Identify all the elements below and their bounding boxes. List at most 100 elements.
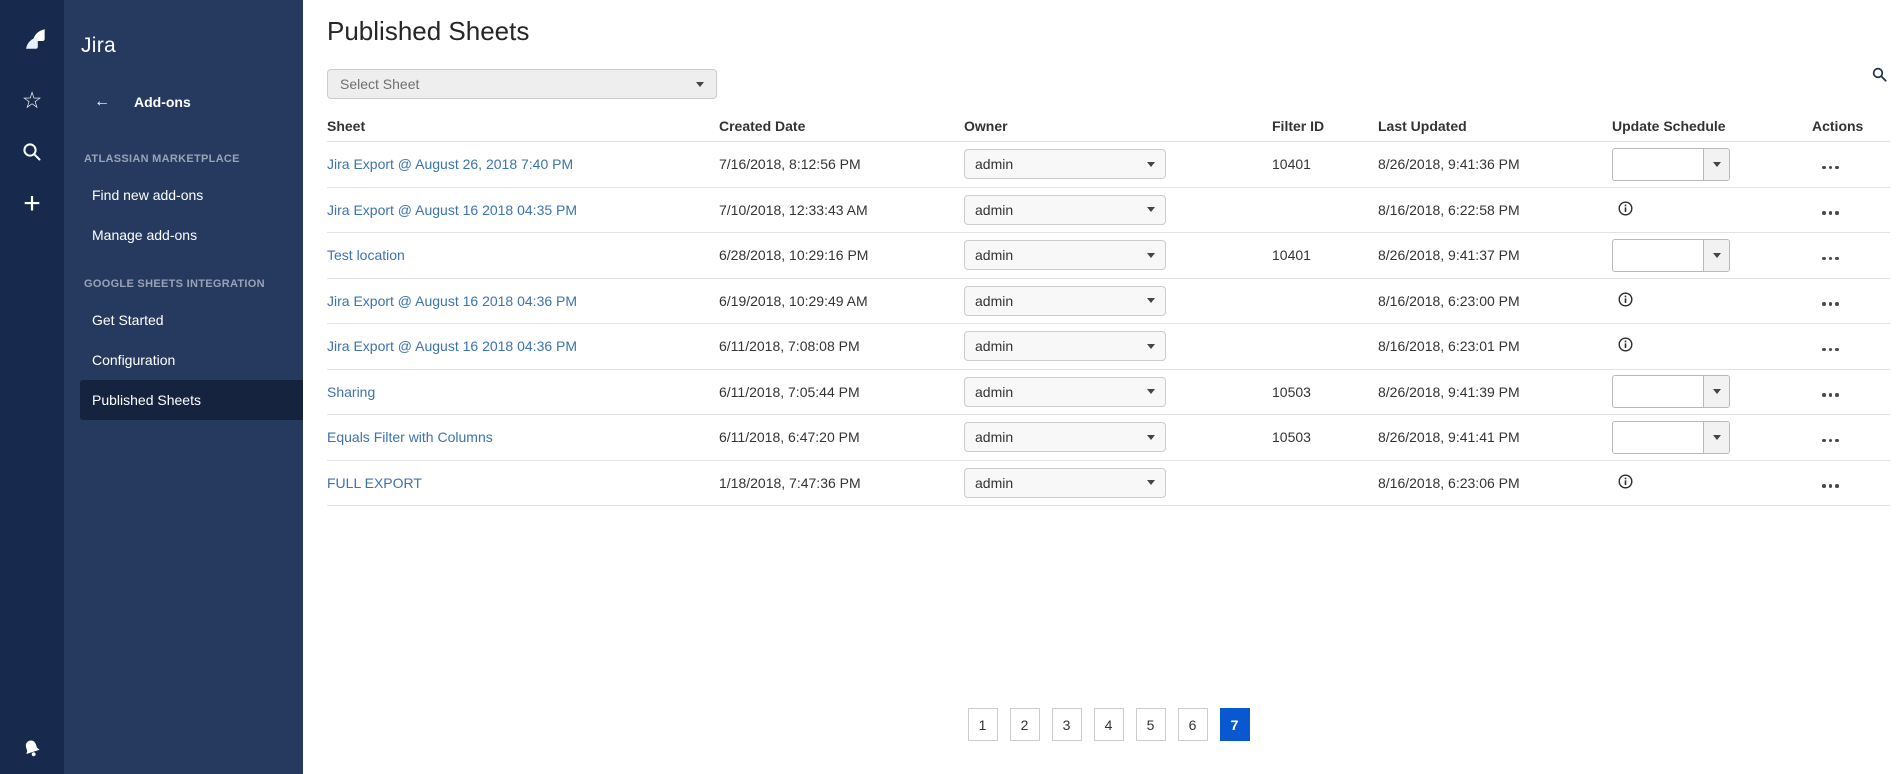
last-updated-cell: 8/16/2018, 6:23:06 PM bbox=[1378, 475, 1612, 491]
sidebar-item-get-started[interactable]: Get Started bbox=[64, 300, 303, 340]
table-row: Jira Export @ August 16 2018 04:36 PM 6/… bbox=[327, 279, 1890, 325]
sheet-link[interactable]: Test location bbox=[327, 247, 405, 263]
column-header-sheet: Sheet bbox=[327, 118, 719, 134]
page-title: Published Sheets bbox=[327, 16, 1902, 47]
table-row: Sharing 6/11/2018, 7:05:44 PM admin 1050… bbox=[327, 370, 1890, 416]
owner-dropdown[interactable]: admin bbox=[964, 422, 1166, 452]
table-row: Equals Filter with Columns 6/11/2018, 6:… bbox=[327, 415, 1890, 461]
pagination: 1234567 bbox=[327, 708, 1890, 741]
table-row: Jira Export @ August 16 2018 04:36 PM 6/… bbox=[327, 324, 1890, 370]
owner-dropdown[interactable]: admin bbox=[964, 331, 1166, 361]
column-header-filter-id: Filter ID bbox=[1272, 118, 1378, 134]
chevron-down-icon bbox=[1147, 435, 1155, 440]
table-row: Test location 6/28/2018, 10:29:16 PM adm… bbox=[327, 233, 1890, 279]
actions-menu-button[interactable] bbox=[1812, 348, 1839, 352]
page-button-4[interactable]: 4 bbox=[1094, 708, 1124, 741]
filter-id-cell: 10503 bbox=[1272, 384, 1378, 400]
owner-dropdown[interactable]: admin bbox=[964, 195, 1166, 225]
column-header-update-schedule: Update Schedule bbox=[1612, 118, 1812, 134]
chevron-down-icon bbox=[1147, 207, 1155, 212]
owner-value: admin bbox=[975, 247, 1013, 263]
owner-dropdown[interactable]: admin bbox=[964, 240, 1166, 270]
actions-menu-button[interactable] bbox=[1812, 484, 1839, 488]
update-schedule-dropdown[interactable] bbox=[1612, 148, 1730, 181]
update-schedule-caret-button[interactable] bbox=[1703, 376, 1729, 407]
last-updated-cell: 8/26/2018, 9:41:41 PM bbox=[1378, 429, 1612, 445]
owner-value: admin bbox=[975, 475, 1013, 491]
filter-id-cell: 10401 bbox=[1272, 156, 1378, 172]
sheet-link[interactable]: Jira Export @ August 26, 2018 7:40 PM bbox=[327, 156, 573, 172]
actions-menu-button[interactable] bbox=[1812, 302, 1839, 306]
sidebar-item-label: Published Sheets bbox=[92, 392, 201, 408]
update-schedule-dropdown[interactable] bbox=[1612, 421, 1730, 454]
owner-dropdown[interactable]: admin bbox=[964, 286, 1166, 316]
sidebar-item-label: Manage add-ons bbox=[92, 227, 197, 243]
sheet-link[interactable]: Sharing bbox=[327, 384, 375, 400]
chevron-down-icon bbox=[1147, 480, 1155, 485]
sheet-link[interactable]: FULL EXPORT bbox=[327, 475, 422, 491]
actions-menu-button[interactable] bbox=[1812, 166, 1839, 170]
owner-value: admin bbox=[975, 293, 1013, 309]
page-button-6[interactable]: 6 bbox=[1178, 708, 1208, 741]
sidebar-item-configuration[interactable]: Configuration bbox=[64, 340, 303, 380]
sidebar-item-manage-add-ons[interactable]: Manage add-ons bbox=[64, 215, 303, 255]
chevron-down-icon bbox=[1147, 298, 1155, 303]
table-row: FULL EXPORT 1/18/2018, 7:47:36 PM admin … bbox=[327, 461, 1890, 507]
app-window: ☆ + Jira ← Add-ons ATLASSIAN MARKETPLACE… bbox=[0, 0, 1902, 774]
owner-value: admin bbox=[975, 202, 1013, 218]
update-schedule-value bbox=[1613, 240, 1703, 271]
search-icon[interactable] bbox=[18, 139, 46, 165]
info-icon[interactable] bbox=[1618, 201, 1633, 216]
sidebar-item-label: Get Started bbox=[92, 312, 164, 328]
actions-menu-button[interactable] bbox=[1812, 393, 1839, 397]
page-button-5[interactable]: 5 bbox=[1136, 708, 1166, 741]
table-search-icon[interactable] bbox=[1871, 66, 1888, 88]
select-sheet-dropdown[interactable]: Select Sheet bbox=[327, 69, 717, 99]
sidebar-back-addons[interactable]: ← Add-ons bbox=[64, 93, 303, 111]
created-date-cell: 6/11/2018, 7:05:44 PM bbox=[719, 384, 964, 400]
info-icon[interactable] bbox=[1618, 474, 1633, 489]
table-header-row: Sheet Created Date Owner Filter ID Last … bbox=[327, 110, 1890, 142]
sidebar-item-find-new-add-ons[interactable]: Find new add-ons bbox=[64, 175, 303, 215]
sheet-link[interactable]: Equals Filter with Columns bbox=[327, 429, 493, 445]
sheet-link[interactable]: Jira Export @ August 16 2018 04:35 PM bbox=[327, 202, 577, 218]
owner-value: admin bbox=[975, 156, 1013, 172]
column-header-created-date: Created Date bbox=[719, 118, 964, 134]
page-button-2[interactable]: 2 bbox=[1010, 708, 1040, 741]
last-updated-cell: 8/16/2018, 6:23:00 PM bbox=[1378, 293, 1612, 309]
update-schedule-caret-button[interactable] bbox=[1703, 422, 1729, 453]
add-icon[interactable]: + bbox=[18, 191, 46, 217]
page-button-7[interactable]: 7 bbox=[1220, 708, 1250, 741]
page-button-3[interactable]: 3 bbox=[1052, 708, 1082, 741]
column-header-last-updated: Last Updated bbox=[1378, 118, 1612, 134]
update-schedule-caret-button[interactable] bbox=[1703, 149, 1729, 180]
chevron-down-icon bbox=[1147, 253, 1155, 258]
owner-dropdown[interactable]: admin bbox=[964, 468, 1166, 498]
owner-value: admin bbox=[975, 338, 1013, 354]
star-icon[interactable]: ☆ bbox=[18, 87, 46, 113]
sheet-link[interactable]: Jira Export @ August 16 2018 04:36 PM bbox=[327, 338, 577, 354]
main-content: Published Sheets Select Sheet Sheet Crea… bbox=[303, 0, 1902, 774]
info-icon[interactable] bbox=[1618, 292, 1633, 307]
chevron-down-icon bbox=[1147, 344, 1155, 349]
update-schedule-value bbox=[1613, 422, 1703, 453]
sidebar-item-label: Find new add-ons bbox=[92, 187, 203, 203]
published-sheets-table: Sheet Created Date Owner Filter ID Last … bbox=[327, 110, 1890, 506]
sheet-link[interactable]: Jira Export @ August 16 2018 04:36 PM bbox=[327, 293, 577, 309]
actions-menu-button[interactable] bbox=[1812, 211, 1839, 215]
actions-menu-button[interactable] bbox=[1812, 257, 1839, 261]
update-schedule-dropdown[interactable] bbox=[1612, 375, 1730, 408]
update-schedule-caret-button[interactable] bbox=[1703, 240, 1729, 271]
info-icon[interactable] bbox=[1618, 337, 1633, 352]
column-header-actions: Actions bbox=[1812, 118, 1890, 134]
actions-menu-button[interactable] bbox=[1812, 439, 1839, 443]
owner-dropdown[interactable]: admin bbox=[964, 149, 1166, 179]
app-rail: ☆ + bbox=[0, 0, 64, 774]
update-schedule-dropdown[interactable] bbox=[1612, 239, 1730, 272]
page-button-1[interactable]: 1 bbox=[968, 708, 998, 741]
last-updated-cell: 8/26/2018, 9:41:37 PM bbox=[1378, 247, 1612, 263]
owner-dropdown[interactable]: admin bbox=[964, 377, 1166, 407]
sidebar-item-published-sheets[interactable]: Published Sheets bbox=[80, 380, 303, 420]
notifications-bell-icon[interactable] bbox=[15, 732, 50, 765]
filter-id-cell: 10401 bbox=[1272, 247, 1378, 263]
